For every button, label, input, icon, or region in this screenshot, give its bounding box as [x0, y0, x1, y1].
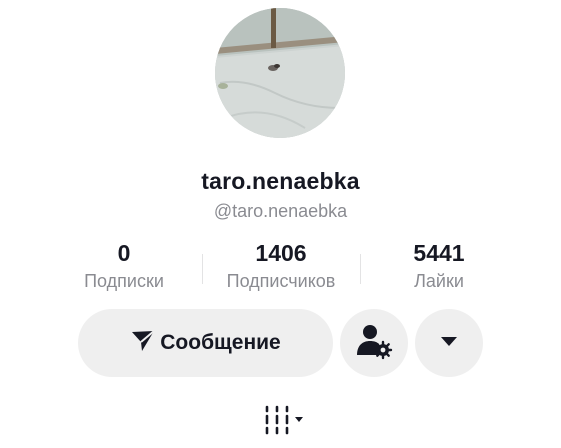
avatar-photo	[215, 8, 345, 138]
message-button-label: Сообщение	[160, 331, 281, 354]
grid-columns-icon	[262, 403, 310, 442]
likes-count: 5441	[413, 240, 465, 266]
message-button[interactable]: Сообщение	[78, 309, 333, 377]
stat-divider	[360, 254, 361, 284]
stat-followers[interactable]: 1406 Подписчиков	[205, 240, 357, 293]
likes-label: Лайки	[414, 271, 464, 291]
following-label: Подписки	[84, 271, 164, 291]
profile-page: taro.nenaebka @taro.nenaebka 0 Подписки …	[0, 0, 561, 448]
friend-settings-button[interactable]	[340, 309, 408, 377]
display-name: taro.nenaebka	[201, 168, 360, 194]
followers-count: 1406	[255, 240, 307, 266]
username-handle: @taro.nenaebka	[213, 201, 348, 221]
stat-likes[interactable]: 5441 Лайки	[380, 240, 498, 293]
avatar[interactable]	[215, 8, 345, 138]
stat-divider	[202, 254, 203, 284]
following-count: 0	[117, 240, 131, 266]
user-settings-icon	[355, 322, 393, 365]
caret-down-icon	[440, 334, 458, 352]
stat-following[interactable]: 0 Подписки	[64, 240, 184, 293]
followers-label: Подписчиков	[226, 271, 336, 291]
tab-videos[interactable]	[262, 405, 310, 439]
send-icon	[130, 328, 156, 359]
more-options-button[interactable]	[415, 309, 483, 377]
